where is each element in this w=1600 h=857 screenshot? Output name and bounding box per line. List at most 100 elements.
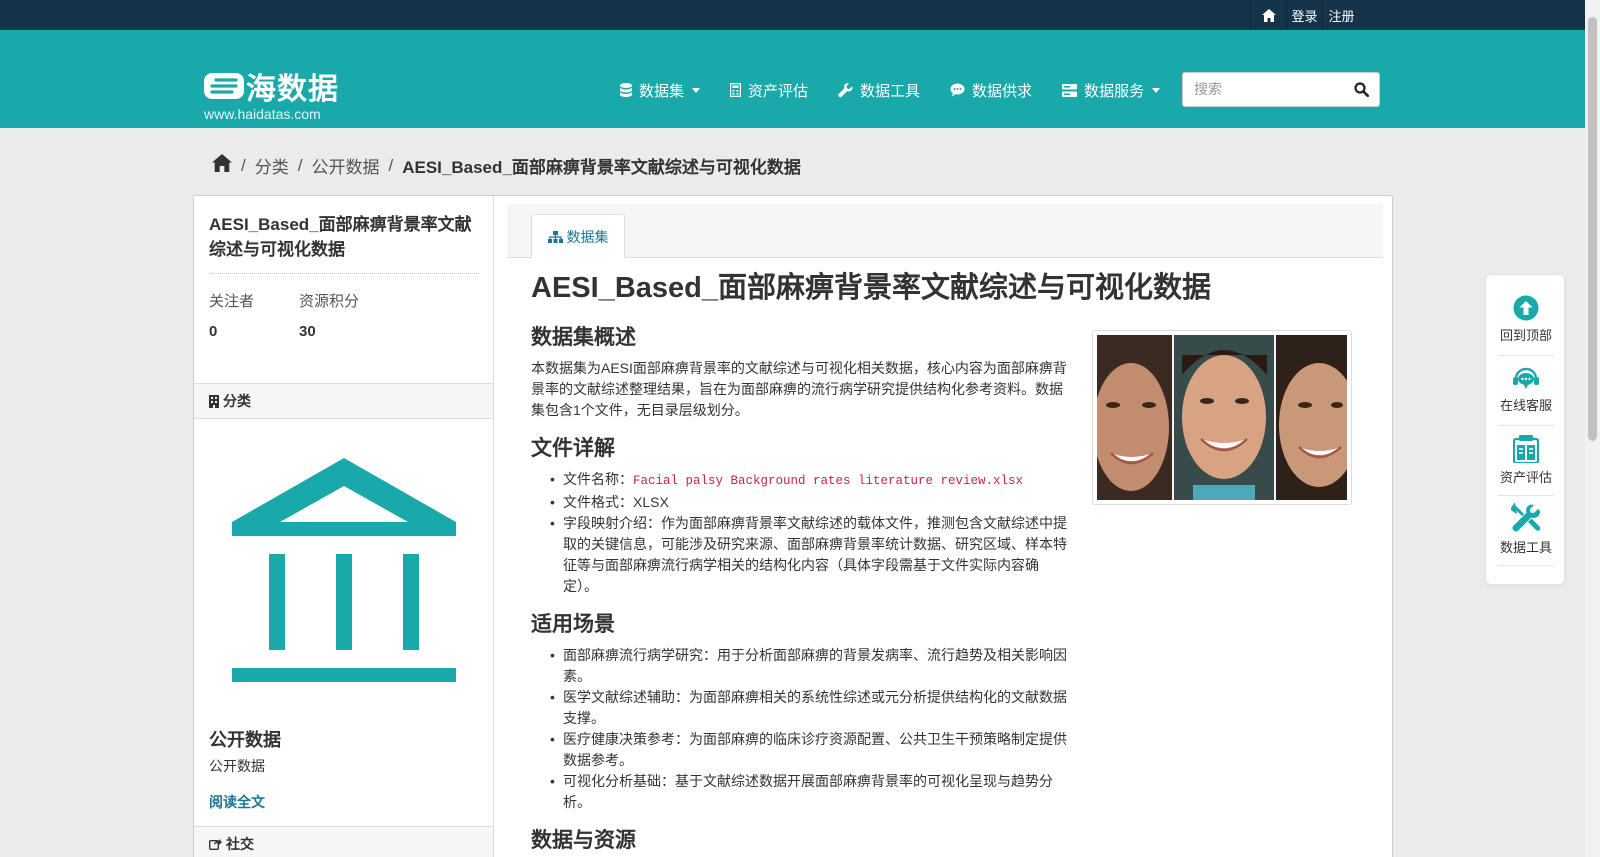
divider (1498, 425, 1554, 426)
list-item: 面部麻痹流行病学研究：用于分析面部麻痹的背景发病率、流行趋势及相关影响因素。 (531, 645, 1071, 687)
scenarios-list: 面部麻痹流行病学研究：用于分析面部麻痹的背景发病率、流行趋势及相关影响因素。 医… (531, 645, 1071, 813)
divider (1498, 565, 1554, 566)
list-item: 字段映射介绍：作为面部麻痹背景率文献综述的载体文件，推测包含文献综述中提取的关键… (531, 513, 1071, 597)
building-icon (209, 394, 219, 408)
divider (209, 273, 479, 274)
divider (1498, 495, 1554, 496)
followers-count: 0 (209, 323, 218, 340)
logo-text: 海数据 (246, 73, 339, 106)
nav-datasets[interactable]: 数据集 (620, 80, 701, 101)
overview-text: 本数据集为AESI面部麻痹背景率的文献综述与可视化相关数据，核心内容为面部麻痹背… (531, 360, 1067, 418)
breadcrumb: / 分类 / 公开数据 / AESI_Based_面部麻痹背景率文献综述与可视化… (212, 153, 801, 178)
resources-heading: 数据与资源 (531, 829, 636, 852)
social-heading-label: 社交 (226, 836, 254, 852)
site-header: 海数据 www.haidatas.com 数据集 资产评估 数据工具 数据供求 … (0, 30, 1600, 128)
logo-mark-icon (204, 73, 244, 99)
faces-image (1093, 335, 1359, 500)
data-tools-button[interactable]: 数据工具 (1486, 503, 1566, 556)
search-icon (1354, 82, 1370, 98)
stat-points: 资源积分 30 (299, 290, 389, 340)
breadcrumb-category[interactable]: 分类 (255, 153, 289, 178)
file-details-list: 文件名称：Facial palsy Background rates liter… (531, 469, 1071, 597)
breadcrumb-home[interactable] (212, 154, 232, 177)
social-section-heading: 社交 (194, 826, 493, 857)
server-icon (1062, 83, 1078, 97)
search-button[interactable] (1354, 82, 1370, 102)
asset-valuation-button[interactable]: 资产评估 (1486, 435, 1566, 486)
share-icon (209, 839, 222, 850)
sidebar-dataset-title: AESI_Based_面部麻痹背景率文献综述与可视化数据 (209, 215, 472, 259)
breadcrumb-separator: / (388, 155, 394, 175)
asset-valuation-label: 资产评估 (1499, 470, 1552, 485)
back-to-top-label: 回到顶部 (1499, 328, 1552, 343)
followers-label: 关注者 (209, 293, 255, 310)
home-link[interactable] (1250, 0, 1286, 30)
register-link[interactable]: 注册 (1322, 0, 1360, 30)
home-icon (1261, 8, 1276, 22)
nav-data-services[interactable]: 数据服务 (1062, 80, 1161, 101)
category-section-heading: 分类 (194, 383, 493, 419)
sidebar: AESI_Based_面部麻痹背景率文献综述与可视化数据 关注者 0 资源积分 … (194, 196, 494, 857)
nav-datasets-label: 数据集 (639, 82, 685, 100)
headset-chat-icon (1513, 367, 1539, 389)
dataset-stats: 关注者 0 资源积分 30 (209, 290, 389, 340)
back-to-top-button[interactable]: 回到顶部 (1486, 295, 1566, 344)
data-tools-label: 数据工具 (1499, 540, 1552, 555)
search-box (1182, 72, 1380, 107)
nav-asset-valuation-label: 资产评估 (748, 82, 809, 100)
nav-data-tools[interactable]: 数据工具 (838, 80, 920, 101)
divider (1498, 355, 1554, 356)
breadcrumb-separator: / (297, 155, 303, 175)
search-input[interactable] (1194, 81, 1344, 97)
main-nav: 数据集 资产评估 数据工具 数据供求 数据服务 (620, 77, 1190, 103)
clipboard-icon (1513, 435, 1539, 463)
file-name-value: Facial palsy Background rates literature… (633, 474, 1024, 488)
points-count: 30 (299, 323, 316, 340)
login-link[interactable]: 登录 (1286, 0, 1322, 30)
stat-followers: 关注者 0 (209, 290, 299, 340)
tools-icon (1511, 503, 1541, 532)
database-icon (620, 83, 632, 97)
nav-data-exchange-label: 数据供求 (972, 82, 1033, 100)
chevron-down-icon (1152, 87, 1161, 93)
arrow-up-circle-icon (1513, 295, 1539, 321)
site-logo[interactable]: 海数据 (204, 64, 339, 108)
sitemap-icon (547, 230, 563, 243)
tab-dataset[interactable]: 数据集 (531, 214, 625, 259)
category-heading-label: 分类 (223, 393, 251, 409)
chevron-down-icon (692, 87, 701, 93)
site-url: www.haidatas.com (204, 106, 321, 122)
content-tabs: 数据集 (507, 204, 1383, 259)
home-icon (212, 154, 232, 172)
breadcrumb-current[interactable]: AESI_Based_面部麻痹背景率文献综述与可视化数据 (402, 153, 801, 178)
chat-icon (950, 83, 965, 97)
points-label: 资源积分 (299, 293, 360, 310)
nav-data-exchange[interactable]: 数据供求 (950, 80, 1032, 101)
file-name-label: 文件名称： (563, 471, 633, 487)
online-support-label: 在线客服 (1499, 398, 1552, 413)
wrench-icon (838, 82, 853, 97)
list-item: 医学文献综述辅助：为面部麻痹相关的系统性综述或元分析提供结构化的文献数据支撑。 (531, 687, 1071, 729)
breadcrumb-separator: / (241, 155, 246, 175)
floating-toolbar: 回到顶部 在线客服 资产评估 数据工具 (1485, 274, 1565, 585)
tab-dataset-label: 数据集 (566, 228, 609, 245)
list-item: 医疗健康决策参考：为面部麻痹的临床诊疗资源配置、公共卫生干预策略制定提供数据参考… (531, 729, 1071, 771)
page-title: AESI_Based_面部麻痹背景率文献综述与可视化数据 (531, 272, 1211, 304)
account-bar: 登录 注册 (0, 0, 1600, 30)
breadcrumb-public-data[interactable]: 公开数据 (311, 153, 379, 178)
nav-data-services-label: 数据服务 (1084, 82, 1145, 100)
page-scrollbar[interactable] (1585, 0, 1600, 857)
nav-asset-valuation[interactable]: 资产评估 (730, 80, 808, 101)
read-more-link[interactable]: 阅读全文 (209, 792, 265, 812)
online-support-button[interactable]: 在线客服 (1486, 367, 1566, 414)
primary-content: 数据集 AESI_Based_面部麻痹背景率文献综述与可视化数据 数据集概述 本… (495, 196, 1393, 857)
institution-icon (232, 458, 456, 682)
scenarios-heading: 适用场景 (531, 613, 615, 636)
dataset-thumbnail (1092, 330, 1359, 505)
list-item: 文件格式：XLSX (531, 492, 1071, 513)
scrollbar-thumb[interactable] (1588, 17, 1597, 441)
category-name: 公开数据 (209, 730, 281, 750)
list-item: 可视化分析基础：基于文献综述数据开展面部麻痹背景率的可视化呈现与趋势分析。 (531, 771, 1071, 813)
calculator-icon (730, 83, 742, 97)
list-item: 文件名称：Facial palsy Background rates liter… (531, 469, 1071, 492)
